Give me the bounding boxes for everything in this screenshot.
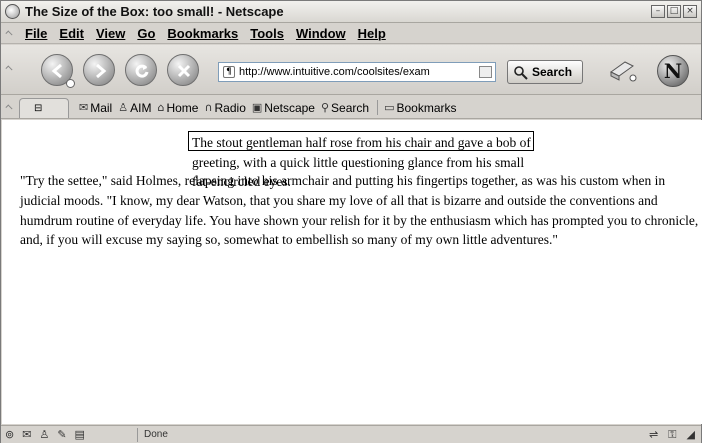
print-icon[interactable] <box>607 56 637 84</box>
headphones-icon: ∩ <box>204 101 213 114</box>
aim-icon: ♙ <box>118 101 129 114</box>
online-status-icon[interactable]: ⇌ <box>649 428 658 442</box>
netscape-logo[interactable]: N <box>657 55 689 87</box>
status-right-icons: ⇌ ⚿ ◢ <box>649 428 695 442</box>
home-icon: ⌂ <box>157 101 165 114</box>
search-button-label: Search <box>532 65 573 79</box>
menu-edit[interactable]: Edit <box>59 26 84 41</box>
bookmarks-link-label: Bookmarks <box>396 100 457 115</box>
menu-tools[interactable]: Tools <box>250 26 284 41</box>
menu-view[interactable]: View <box>96 26 125 41</box>
aim-link-label: AIM <box>130 100 152 115</box>
bookmarks-link[interactable]: ▭ Bookmarks <box>384 100 456 115</box>
toolbar-separator <box>377 100 379 115</box>
personal-links: ✉ Mail ♙ AIM ⌂ Home ∩ Radio ▣ Netscape ⚲… <box>79 100 457 115</box>
menu-help[interactable]: Help <box>358 26 386 41</box>
menu-file[interactable]: File <box>25 26 47 41</box>
url-field[interactable]: ¶ http://www.intuitive.com/coolsites/exa… <box>218 62 496 82</box>
menu-items: File Edit View Go Bookmarks Tools Window… <box>25 26 386 41</box>
page-content: The stout gentleman half rose from his c… <box>2 120 702 424</box>
forward-arrow-icon <box>96 63 107 79</box>
radio-link-label: Radio <box>214 100 246 115</box>
personal-toolbar: ⊟ ✉ Mail ♙ AIM ⌂ Home ∩ Radio ▣ Netscape <box>1 96 701 119</box>
status-text: Done <box>137 428 168 442</box>
search-link-label: Search <box>331 100 370 115</box>
my-netscape-icon: ▣ <box>251 101 263 114</box>
composer-icon[interactable]: ✎ <box>57 428 66 441</box>
menu-bookmarks[interactable]: Bookmarks <box>167 26 238 41</box>
mail-icon[interactable]: ✉ <box>22 428 31 441</box>
mail-link-label: Mail <box>90 100 113 115</box>
back-button[interactable] <box>41 54 75 88</box>
netscape-link[interactable]: ▣ Netscape <box>252 100 315 115</box>
back-history-dropdown[interactable] <box>66 79 75 88</box>
toolbar-grip-icon[interactable] <box>5 104 13 112</box>
close-button[interactable]: × <box>683 5 697 18</box>
address-book-icon[interactable]: ▤ <box>75 428 85 441</box>
menu-bar: File Edit View Go Bookmarks Tools Window… <box>1 23 701 44</box>
search-icon <box>514 66 528 80</box>
search-icon: ⚲ <box>320 101 330 114</box>
tab-new[interactable]: ⊟ <box>19 98 69 118</box>
menu-go[interactable]: Go <box>137 26 155 41</box>
window-controls: – □ × <box>651 5 697 18</box>
maximize-button[interactable]: □ <box>667 5 681 18</box>
stop-icon <box>177 64 191 78</box>
navigation-toolbar: ¶ http://www.intuitive.com/coolsites/exa… <box>1 45 701 95</box>
body-paragraph: "Try the settee," said Holmes, relapsing… <box>20 173 699 248</box>
url-text: http://www.intuitive.com/coolsites/exam <box>239 66 430 78</box>
netscape-link-label: Netscape <box>264 100 315 115</box>
reload-button[interactable] <box>125 54 157 86</box>
window-title: The Size of the Box: too small! - Netsca… <box>25 4 284 19</box>
status-bar: ⊚ ✉ ♙ ✎ ▤ Done ⇌ ⚿ ◢ <box>1 425 701 443</box>
stop-button[interactable] <box>167 54 199 86</box>
new-tab-icon: ⊟ <box>34 103 43 114</box>
url-dropdown-button[interactable] <box>479 66 492 78</box>
forward-button[interactable] <box>83 54 115 86</box>
home-link[interactable]: ⌂ Home <box>157 100 198 115</box>
toolbar-grip-icon[interactable] <box>5 65 13 73</box>
minimize-button[interactable]: – <box>651 5 665 18</box>
menu-window[interactable]: Window <box>296 26 346 41</box>
search-link[interactable]: ⚲ Search <box>321 100 369 115</box>
page-proxy-icon[interactable]: ¶ <box>223 66 235 78</box>
back-arrow-icon <box>51 63 62 79</box>
home-link-label: Home <box>166 100 199 115</box>
radio-link[interactable]: ∩ Radio <box>204 100 245 115</box>
mail-link[interactable]: ✉ Mail <box>79 100 112 115</box>
aim-link[interactable]: ♙ AIM <box>118 100 151 115</box>
status-component-icons: ⊚ ✉ ♙ ✎ ▤ <box>5 428 85 441</box>
navigator-icon[interactable]: ⊚ <box>5 428 14 441</box>
netscape-app-icon <box>5 4 20 19</box>
reload-icon <box>135 64 149 78</box>
browser-window: The Size of the Box: too small! - Netsca… <box>0 0 702 443</box>
aim-icon[interactable]: ♙ <box>39 428 49 441</box>
search-button[interactable]: Search <box>507 60 583 84</box>
security-icon[interactable]: ⚿ <box>668 428 676 442</box>
folder-icon: ▭ <box>384 101 395 114</box>
resize-grip-icon[interactable]: ◢ <box>687 428 695 442</box>
toolbar-grip-icon[interactable] <box>5 30 13 38</box>
mail-icon: ✉ <box>79 101 89 114</box>
title-bar: The Size of the Box: too small! - Netsca… <box>1 1 701 23</box>
